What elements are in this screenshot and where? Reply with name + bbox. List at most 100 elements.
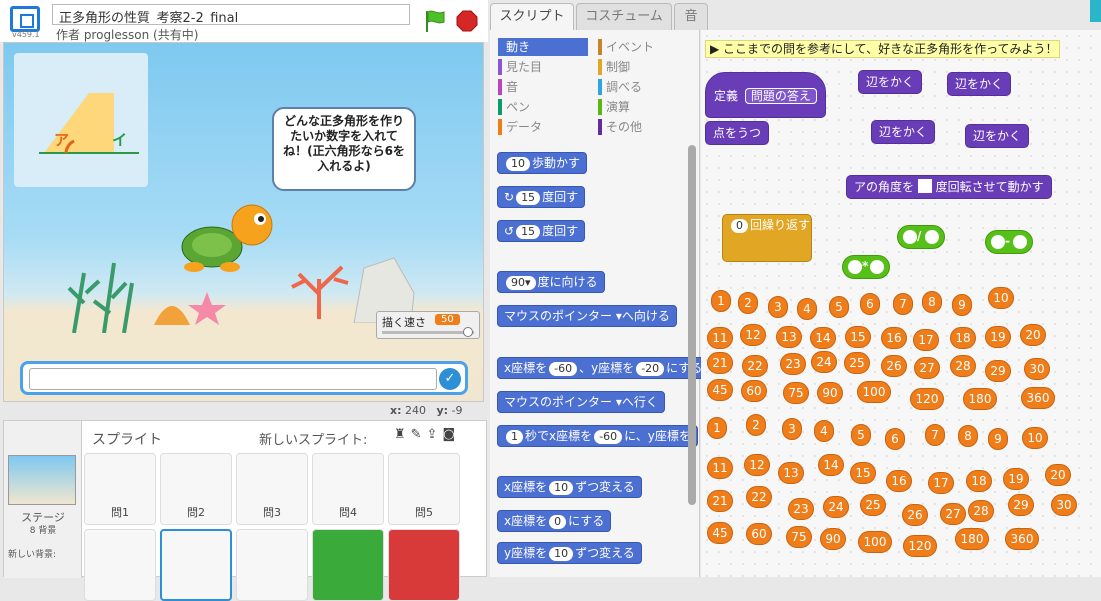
turtle-sprite[interactable]	[174, 201, 274, 281]
number-reporter[interactable]: 26	[881, 355, 907, 377]
palette-block[interactable]: x座標を 10 ずつ変える	[497, 476, 642, 498]
category-4[interactable]: 音	[498, 78, 588, 96]
number-reporter[interactable]: 20	[1045, 464, 1071, 486]
angle-slot[interactable]	[917, 179, 932, 193]
palette-block[interactable]: y座標を 10 ずつ変える	[497, 542, 642, 564]
number-reporter[interactable]: 28	[950, 355, 976, 377]
number-reporter[interactable]: 15	[845, 326, 871, 348]
palette-block[interactable]: マウスのポインター ▾へ行く	[497, 391, 665, 413]
palette-block[interactable]: ↻ 15 度回す	[497, 186, 586, 208]
block-input[interactable]: 10	[549, 547, 574, 561]
number-reporter[interactable]: 23	[788, 498, 814, 520]
palette-scrollbar[interactable]	[688, 145, 696, 505]
number-reporter[interactable]: 21	[707, 490, 733, 512]
sprite-thumb[interactable]: 問1	[84, 453, 156, 525]
green-flag-icon[interactable]	[424, 9, 446, 33]
block-input[interactable]: 15	[516, 225, 541, 239]
number-reporter[interactable]: 13	[776, 326, 802, 348]
pen-down-block[interactable]: 点をうつ	[705, 121, 770, 145]
number-reporter[interactable]: 15	[850, 462, 876, 484]
number-reporter[interactable]: 5	[829, 296, 849, 318]
number-reporter[interactable]: 9	[952, 294, 972, 316]
number-reporter[interactable]: 1	[711, 290, 731, 312]
number-reporter[interactable]: 30	[1024, 358, 1050, 380]
number-reporter[interactable]: 18	[950, 327, 976, 349]
category-5[interactable]: 調べる	[598, 78, 688, 96]
submit-check-icon[interactable]: ✓	[439, 368, 461, 390]
block-input[interactable]: -60	[594, 430, 623, 444]
number-reporter[interactable]: 9	[988, 428, 1008, 450]
sprite-turtle[interactable]	[160, 529, 232, 601]
category-6[interactable]: ペン	[498, 98, 588, 116]
block-input[interactable]: -20	[636, 362, 665, 376]
number-reporter[interactable]: 20	[1020, 324, 1046, 346]
palette-block[interactable]: 90▾ 度に向ける	[497, 271, 605, 293]
number-reporter[interactable]: 4	[797, 298, 817, 320]
move-angle-block[interactable]: アの角度を 度回転させて動かす	[846, 175, 1052, 199]
category-8[interactable]: データ	[498, 118, 588, 136]
number-reporter[interactable]: 45	[707, 379, 733, 401]
number-reporter[interactable]: 360	[1021, 387, 1055, 409]
number-reporter[interactable]: 16	[886, 470, 912, 492]
stop-icon[interactable]	[456, 10, 478, 32]
palette-block[interactable]: x座標を -60 、y座標を -20 にする	[497, 357, 710, 379]
fullscreen-icon[interactable]	[10, 6, 40, 32]
category-0[interactable]: 動き	[498, 38, 588, 56]
number-reporter[interactable]: 19	[985, 326, 1011, 348]
speed-slider-handle[interactable]	[463, 327, 473, 337]
draw-edge-block[interactable]: 辺をかく	[871, 120, 936, 144]
number-reporter[interactable]: 90	[820, 528, 846, 550]
number-reporter[interactable]: 24	[811, 351, 837, 373]
sprite-thumb[interactable]: 問5	[388, 453, 460, 525]
stage[interactable]: ア イ どんな正多角形を作りたいか数字を入れてね！(正六角形なら6を入れるよ) …	[3, 42, 484, 402]
block-input[interactable]: 15	[516, 191, 541, 205]
number-reporter[interactable]: 14	[810, 327, 836, 349]
category-1[interactable]: イベント	[598, 38, 688, 56]
number-reporter[interactable]: 29	[985, 360, 1011, 382]
number-reporter[interactable]: 2	[746, 414, 766, 436]
block-input[interactable]: 10	[506, 157, 530, 171]
number-reporter[interactable]: 8	[922, 291, 942, 313]
number-reporter[interactable]: 23	[780, 353, 806, 375]
number-reporter[interactable]: 11	[707, 457, 733, 479]
tab-sounds[interactable]: 音	[674, 3, 708, 30]
number-reporter[interactable]: 100	[857, 381, 891, 403]
define-block[interactable]: 定義 問題の答え	[705, 72, 826, 118]
sprite-go-button[interactable]	[312, 529, 384, 601]
number-reporter[interactable]: 11	[707, 327, 733, 349]
number-reporter[interactable]: 6	[860, 293, 880, 315]
number-reporter[interactable]: 180	[955, 528, 989, 550]
number-reporter[interactable]: 60	[741, 380, 767, 402]
number-reporter[interactable]: 45	[707, 522, 733, 544]
number-reporter[interactable]: 10	[1022, 427, 1048, 449]
multiply-operator-block[interactable]: *	[842, 255, 890, 279]
number-reporter[interactable]: 21	[707, 352, 733, 374]
number-reporter[interactable]: 27	[914, 357, 940, 379]
number-reporter[interactable]: 16	[881, 327, 907, 349]
tab-costumes[interactable]: コスチューム	[576, 3, 672, 30]
number-reporter[interactable]: 19	[1003, 468, 1029, 490]
number-reporter[interactable]: 1	[707, 417, 727, 439]
sprite-thumb[interactable]: 問4	[312, 453, 384, 525]
tab-scripts[interactable]: スクリプト	[490, 3, 574, 30]
number-reporter[interactable]: 7	[925, 424, 945, 446]
block-input[interactable]: -60	[549, 362, 578, 376]
help-button[interactable]	[1090, 0, 1101, 22]
block-input[interactable]: 1	[506, 430, 523, 444]
number-reporter[interactable]: 4	[814, 420, 834, 442]
number-reporter[interactable]: 75	[786, 526, 812, 548]
sprite-seahorse[interactable]	[84, 529, 156, 601]
sprite-reset-button[interactable]	[388, 529, 460, 601]
palette-block[interactable]: x座標を 0 にする	[497, 510, 612, 532]
answer-input[interactable]	[29, 368, 437, 390]
number-reporter[interactable]: 6	[885, 428, 905, 450]
draw-edge-block[interactable]: 辺をかく	[965, 124, 1030, 148]
sprite-thumb[interactable]: 問3	[236, 453, 308, 525]
palette-block[interactable]: ↺ 15 度回す	[497, 220, 586, 242]
draw-edge-block[interactable]: 辺をかく	[947, 72, 1012, 96]
number-reporter[interactable]: 26	[902, 504, 928, 526]
number-reporter[interactable]: 30	[1051, 494, 1077, 516]
palette-block[interactable]: マウスのポインター ▾へ向ける	[497, 305, 677, 327]
number-reporter[interactable]: 7	[893, 293, 913, 315]
number-reporter[interactable]: 3	[768, 296, 788, 318]
